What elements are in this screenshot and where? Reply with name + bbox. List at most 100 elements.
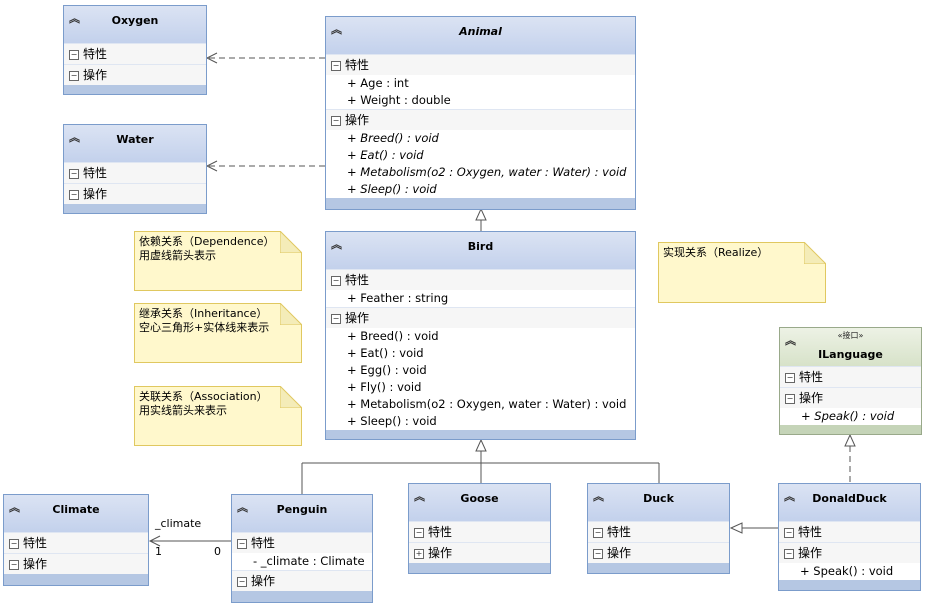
minus-box-icon[interactable]: − (784, 528, 794, 538)
section-label: 操作 (83, 187, 108, 201)
operation-item[interactable]: + Sleep() : void (326, 413, 635, 430)
minus-box-icon[interactable]: − (785, 394, 795, 404)
minus-box-icon[interactable]: − (331, 276, 341, 286)
minus-box-icon[interactable]: − (9, 560, 19, 570)
note-realize[interactable]: 实现关系（Realize） (658, 242, 826, 303)
minus-box-icon[interactable]: − (331, 61, 341, 71)
attribute-item[interactable]: + Age : int (326, 75, 635, 92)
class-header: ︽ Water (64, 125, 206, 162)
minus-box-icon[interactable]: − (331, 314, 341, 324)
section-label: 操作 (798, 546, 823, 560)
section-label: 特性 (251, 536, 276, 550)
operation-item[interactable]: + Metabolism(o2 : Oxygen, water : Water)… (326, 396, 635, 413)
minus-box-icon[interactable]: − (69, 169, 79, 179)
attributes-section[interactable]: − 特性 (326, 269, 635, 290)
class-header: ︽ «接口» ILanguage (780, 328, 921, 366)
class-goose[interactable]: ︽ Goose − 特性 + 操作 (408, 483, 551, 574)
minus-box-icon[interactable]: − (785, 373, 795, 383)
note-dependence[interactable]: 依赖关系（Dependence） 用虚线箭头表示 (134, 231, 302, 291)
section-label: 特性 (798, 525, 823, 539)
attributes-section[interactable]: − 特性 (64, 162, 206, 183)
interface-ilanguage[interactable]: ︽ «接口» ILanguage − 特性 − 操作 + Speak() : voi… (779, 327, 922, 435)
note-fold-icon (280, 231, 302, 253)
class-climate[interactable]: ︽ Climate − 特性 − 操作 (3, 494, 149, 586)
operations-section[interactable]: − 操作 (326, 307, 635, 328)
association-multiplicity-target: 1 (155, 545, 162, 558)
class-header: ︽ Animal (326, 17, 635, 54)
class-name: Goose (460, 492, 499, 505)
class-water[interactable]: ︽ Water − 特性 − 操作 (63, 124, 207, 214)
attributes-section[interactable]: − 特性 (779, 521, 920, 542)
section-label: 操作 (251, 574, 276, 588)
minus-box-icon[interactable]: − (414, 528, 424, 538)
operations-section[interactable]: + 操作 (409, 542, 550, 563)
class-header: ︽ Climate (4, 495, 148, 532)
section-label: 特性 (345, 273, 370, 287)
plus-box-icon[interactable]: + (414, 549, 424, 559)
minus-box-icon[interactable]: − (9, 539, 19, 549)
class-animal[interactable]: ︽ Animal − 特性 + Age : int + Weight : doub… (325, 16, 636, 210)
operations-section[interactable]: − 操作 (4, 553, 148, 574)
note-fold-icon (280, 303, 302, 325)
minus-box-icon[interactable]: − (237, 577, 247, 587)
operation-item[interactable]: + Eat() : void (326, 345, 635, 362)
attribute-item[interactable]: + Weight : double (326, 92, 635, 109)
minus-box-icon[interactable]: − (331, 116, 341, 126)
attributes-section[interactable]: − 特性 (232, 532, 372, 553)
operations-section[interactable]: − 操作 (64, 183, 206, 204)
section-label: 特性 (23, 536, 48, 550)
section-label: 特性 (799, 370, 824, 384)
attributes-section[interactable]: − 特性 (64, 43, 206, 64)
section-label: 操作 (345, 113, 370, 127)
note-inheritance[interactable]: 继承关系（Inheritance） 空心三角形+实体线来表示 (134, 303, 302, 363)
note-text: 继承关系（Inheritance） (139, 307, 268, 320)
section-label: 操作 (23, 557, 48, 571)
operations-section[interactable]: − 操作 (326, 109, 635, 130)
note-text: 依赖关系（Dependence） (139, 235, 275, 248)
minus-box-icon[interactable]: − (69, 190, 79, 200)
association-role-label: _climate (155, 517, 202, 530)
operations-section[interactable]: − 操作 (779, 542, 920, 563)
stereotype-label: «接口» (837, 331, 864, 340)
attributes-section[interactable]: − 特性 (780, 366, 921, 387)
operation-item[interactable]: + Breed() : void (326, 328, 635, 345)
operation-item[interactable]: + Speak() : void (779, 563, 920, 580)
section-label: 特性 (83, 166, 108, 180)
minus-box-icon[interactable]: − (69, 50, 79, 60)
operation-item[interactable]: + Sleep() : void (326, 181, 635, 198)
operation-item[interactable]: + Speak() : void (780, 408, 921, 425)
operations-section[interactable]: − 操作 (232, 570, 372, 591)
realization-triangle (844, 433, 856, 447)
operation-item[interactable]: + Breed() : void (326, 130, 635, 147)
operation-item[interactable]: + Eat() : void (326, 147, 635, 164)
minus-box-icon[interactable]: − (784, 549, 794, 559)
attributes-section[interactable]: − 特性 (409, 521, 550, 542)
note-association[interactable]: 关联关系（Association） 用实线箭头来表示 (134, 386, 302, 446)
operations-section[interactable]: − 操作 (64, 64, 206, 85)
class-duck[interactable]: ︽ Duck − 特性 − 操作 (587, 483, 730, 574)
inheritance-triangle-duck (729, 522, 743, 534)
operations-section[interactable]: − 操作 (780, 387, 921, 408)
class-donaldduck[interactable]: ︽ DonaldDuck − 特性 − 操作 + Speak() : void (778, 483, 921, 591)
attributes-section[interactable]: − 特性 (588, 521, 729, 542)
attributes-section[interactable]: − 特性 (326, 54, 635, 75)
operations-section[interactable]: − 操作 (588, 542, 729, 563)
minus-box-icon[interactable]: − (69, 71, 79, 81)
note-text: 关联关系（Association） (139, 390, 268, 403)
note-text: 空心三角形+实体线来表示 (139, 321, 270, 334)
note-fold-icon (804, 242, 826, 264)
minus-box-icon[interactable]: − (237, 539, 247, 549)
minus-box-icon[interactable]: − (593, 528, 603, 538)
operation-item[interactable]: + Egg() : void (326, 362, 635, 379)
class-name: Bird (467, 240, 494, 253)
attribute-item[interactable]: + Feather : string (326, 290, 635, 307)
attributes-section[interactable]: − 特性 (4, 532, 148, 553)
attribute-item[interactable]: - _climate : Climate (232, 553, 372, 570)
class-bird[interactable]: ︽ Bird − 特性 + Feather : string − 操作 + Bree… (325, 231, 636, 440)
class-oxygen[interactable]: ︽ Oxygen − 特性 − 操作 (63, 5, 207, 95)
operation-item[interactable]: + Metabolism(o2 : Oxygen, water : Water)… (326, 164, 635, 181)
class-penguin[interactable]: ︽ Penguin − 特性 - _climate : Climate − 操作 (231, 494, 373, 603)
operation-item[interactable]: + Fly() : void (326, 379, 635, 396)
minus-box-icon[interactable]: − (593, 549, 603, 559)
class-header: ︽ Bird (326, 232, 635, 269)
